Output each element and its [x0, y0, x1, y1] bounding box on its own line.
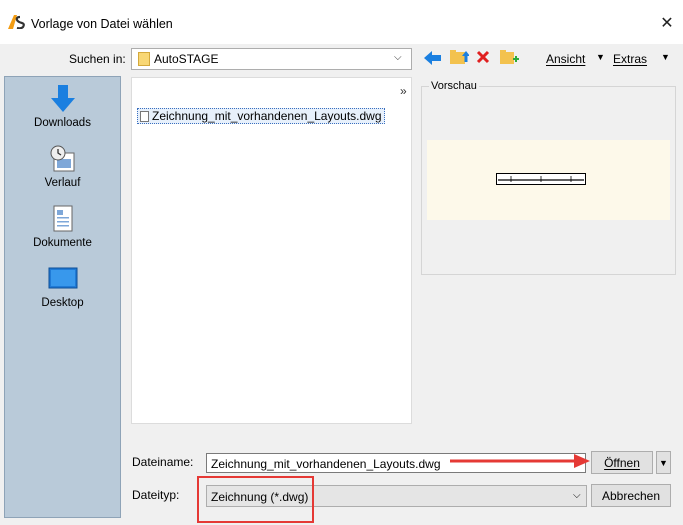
folder-icon [138, 52, 150, 66]
preview-label: Vorschau [429, 80, 479, 92]
look-in-value: AutoSTAGE [154, 52, 219, 66]
view-menu[interactable]: Ansicht [546, 52, 585, 66]
place-desktop[interactable]: Desktop [5, 265, 120, 309]
cancel-button-label: Abbrechen [601, 488, 661, 503]
place-label: Verlauf [44, 177, 81, 189]
place-label: Desktop [41, 297, 84, 309]
window-title: Vorlage von Datei wählen [31, 17, 173, 31]
title-bar: Vorlage von Datei wählen ✕ [0, 0, 683, 44]
place-history[interactable]: Verlauf [5, 145, 120, 189]
cancel-button[interactable]: Abbrechen [591, 484, 671, 507]
open-options-dropdown[interactable]: ▼ [656, 451, 671, 474]
look-in-dropdown[interactable]: AutoSTAGE ⌵ [131, 48, 412, 70]
annotation-arrow-icon [450, 454, 590, 468]
open-button-label: Öffnen [604, 455, 640, 470]
list-item[interactable]: Zeichnung_mit_vorhandenen_Layouts.dwg [137, 108, 385, 124]
delete-icon[interactable] [476, 50, 490, 64]
view-dropdown-arrow-icon[interactable]: ▼ [596, 52, 605, 62]
filename-value: Zeichnung_mit_vorhandenen_Layouts.dwg [211, 457, 441, 471]
file-name: Zeichnung_mit_vorhandenen_Layouts.dwg [152, 109, 382, 123]
extras-dropdown-arrow-icon[interactable]: ▼ [661, 52, 670, 62]
filetype-label: Dateityp: [132, 488, 180, 502]
close-icon: ✕ [660, 15, 674, 32]
autostage-logo-icon [8, 15, 25, 29]
up-folder-icon[interactable] [449, 48, 469, 66]
dwg-file-icon [140, 110, 149, 122]
documents-icon [53, 205, 72, 232]
expand-chevron-icon[interactable]: » [400, 84, 407, 98]
place-downloads[interactable]: Downloads [5, 85, 120, 129]
preview-image [427, 140, 670, 220]
drawing-thumbnail-icon [496, 173, 586, 185]
annotation-highlight-box [197, 476, 314, 523]
history-icon [50, 145, 74, 172]
place-label: Downloads [34, 117, 91, 129]
places-bar: Downloads Verlauf Dokumente Desktop [4, 76, 121, 518]
filename-label: Dateiname: [132, 455, 194, 469]
close-button[interactable]: ✕ [656, 12, 678, 34]
extras-menu[interactable]: Extras [613, 52, 647, 66]
chevron-down-icon: ▼ [659, 457, 668, 468]
open-button[interactable]: Öffnen [591, 451, 653, 474]
file-list[interactable]: Zeichnung_mit_vorhandenen_Layouts.dwg [131, 77, 412, 424]
look-in-label: Suchen in: [69, 52, 126, 66]
place-label: Dokumente [33, 237, 92, 249]
chevron-down-icon: ⌵ [573, 490, 581, 501]
chevron-down-icon: ⌵ [394, 52, 402, 63]
new-folder-icon[interactable] [499, 48, 519, 66]
desktop-icon [48, 267, 77, 289]
place-documents[interactable]: Dokumente [5, 205, 120, 249]
download-arrow-icon [50, 85, 75, 112]
back-arrow-icon[interactable] [424, 50, 442, 66]
